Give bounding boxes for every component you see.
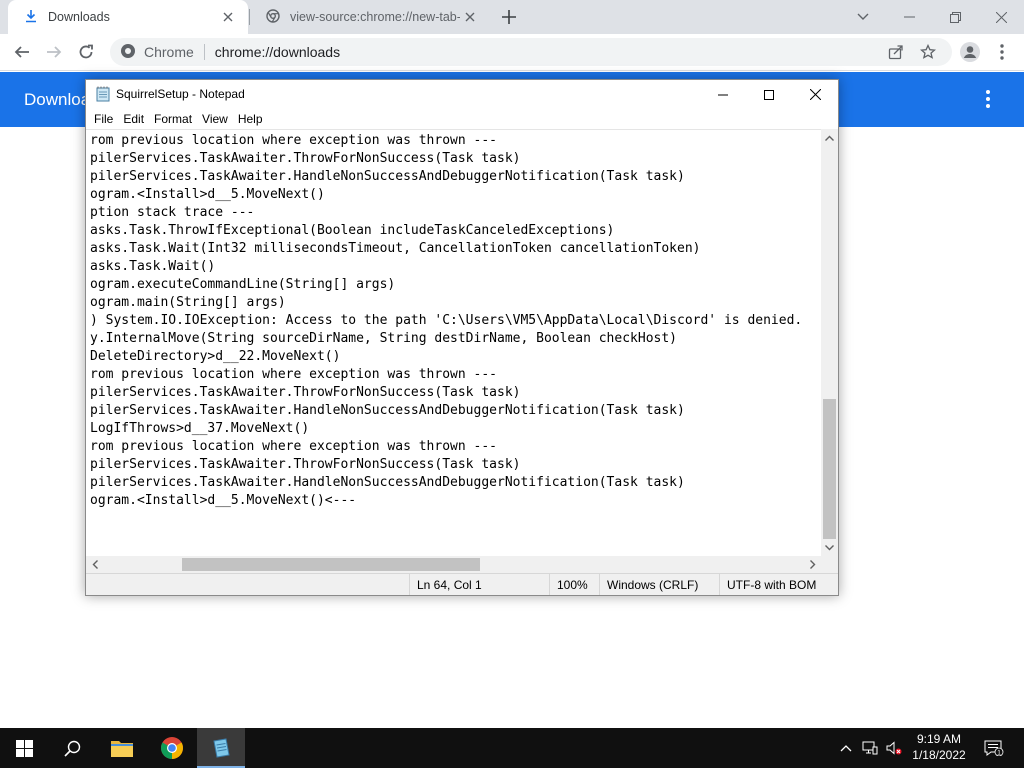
editor-line[interactable]: rom previous location where exception wa… bbox=[90, 438, 802, 456]
notepad-icon bbox=[213, 738, 230, 758]
editor-line[interactable]: LogIfThrows>d__37.MoveNext() bbox=[90, 420, 802, 438]
scroll-up-icon[interactable] bbox=[821, 129, 838, 146]
chrome-menu-icon[interactable] bbox=[988, 38, 1016, 66]
notepad-window: SquirrelSetup - Notepad File Edit Format… bbox=[85, 79, 839, 596]
close-window-button[interactable] bbox=[978, 0, 1024, 34]
editor-line[interactable]: pilerServices.TaskAwaiter.ThrowForNonSuc… bbox=[90, 150, 802, 168]
site-chip-label: Chrome bbox=[144, 44, 194, 60]
volume-muted-icon[interactable] bbox=[886, 740, 902, 756]
vertical-scroll-thumb[interactable] bbox=[823, 399, 836, 539]
editor-line[interactable]: rom previous location where exception wa… bbox=[90, 366, 802, 384]
chrome-taskbar-button[interactable] bbox=[148, 728, 196, 768]
clock-time: 9:19 AM bbox=[916, 732, 962, 746]
menu-view[interactable]: View bbox=[198, 112, 234, 126]
scroll-right-icon[interactable] bbox=[804, 556, 821, 573]
forward-button[interactable] bbox=[40, 38, 68, 66]
clock-date: 1/18/2022 bbox=[912, 748, 966, 762]
browser-tab-strip: Downloads view-source:chrome://new-tab-p bbox=[0, 0, 1024, 34]
notepad-icon bbox=[96, 86, 110, 102]
status-bar: Ln 64, Col 1 100% Windows (CRLF) UTF-8 w… bbox=[86, 573, 838, 595]
zoom-level: 100% bbox=[549, 574, 599, 595]
notifications-icon[interactable]: 1 bbox=[984, 740, 1004, 756]
tab-title: Downloads bbox=[48, 10, 110, 24]
editor-line[interactable]: y.InternalMove(String sourceDirName, Str… bbox=[90, 330, 802, 348]
bookmark-star-icon[interactable] bbox=[919, 43, 937, 60]
minimize-button[interactable] bbox=[700, 80, 746, 109]
editor-line[interactable]: ption stack trace --- bbox=[90, 204, 802, 222]
editor-line[interactable]: pilerServices.TaskAwaiter.ThrowForNonSuc… bbox=[90, 384, 802, 402]
folder-icon bbox=[111, 741, 133, 757]
profile-avatar-icon[interactable] bbox=[956, 38, 984, 66]
tab-view-source[interactable]: view-source:chrome://new-tab-p bbox=[250, 0, 490, 34]
scroll-down-icon[interactable] bbox=[821, 539, 838, 556]
taskbar-clock[interactable]: 9:19 AM 1/18/2022 bbox=[906, 731, 972, 765]
tab-title: view-source:chrome://new-tab-p bbox=[290, 10, 460, 24]
taskbar: 9:19 AM 1/18/2022 1 bbox=[0, 728, 1024, 768]
horizontal-scroll-thumb[interactable] bbox=[182, 558, 480, 571]
editor-text[interactable]: rom previous location where exception wa… bbox=[90, 132, 802, 510]
restore-window-button[interactable] bbox=[932, 0, 978, 34]
text-encoding: UTF-8 with BOM bbox=[719, 574, 838, 595]
line-endings: Windows (CRLF) bbox=[599, 574, 719, 595]
editor-line[interactable]: pilerServices.TaskAwaiter.HandleNonSucce… bbox=[90, 402, 802, 420]
editor-line[interactable]: ) System.IO.IOException: Access to the p… bbox=[90, 312, 802, 330]
text-editor[interactable]: rom previous location where exception wa… bbox=[86, 129, 821, 556]
editor-line[interactable]: asks.Task.Wait(Int32 millisecondsTimeout… bbox=[90, 240, 802, 258]
search-icon bbox=[63, 740, 80, 757]
back-button[interactable] bbox=[8, 38, 36, 66]
editor-line[interactable]: ogram.main(String[] args) bbox=[90, 294, 802, 312]
downloads-menu-icon[interactable] bbox=[976, 86, 1000, 112]
omnibox-divider bbox=[203, 44, 205, 60]
chrome-logo-icon bbox=[161, 737, 183, 759]
cursor-position: Ln 64, Col 1 bbox=[409, 574, 549, 595]
close-tab-icon[interactable] bbox=[460, 7, 480, 27]
notepad-taskbar-button[interactable] bbox=[197, 728, 245, 768]
network-icon[interactable] bbox=[862, 740, 878, 756]
chrome-icon bbox=[120, 43, 136, 62]
tab-search-icon[interactable] bbox=[840, 0, 886, 34]
address-bar[interactable]: Chrome chrome://downloads bbox=[110, 38, 952, 66]
menu-file[interactable]: File bbox=[90, 112, 119, 126]
editor-line[interactable]: pilerServices.TaskAwaiter.ThrowForNonSuc… bbox=[90, 456, 802, 474]
notepad-titlebar[interactable]: SquirrelSetup - Notepad bbox=[86, 80, 838, 109]
window-title: SquirrelSetup - Notepad bbox=[116, 87, 245, 101]
editor-line[interactable]: pilerServices.TaskAwaiter.HandleNonSucce… bbox=[90, 474, 802, 492]
editor-line[interactable]: ogram.<Install>d__5.MoveNext() bbox=[90, 186, 802, 204]
menu-edit[interactable]: Edit bbox=[119, 112, 150, 126]
chrome-page-icon bbox=[266, 8, 280, 26]
scrollbar-corner bbox=[821, 556, 838, 573]
close-button[interactable] bbox=[792, 80, 838, 109]
vertical-scrollbar[interactable] bbox=[821, 129, 838, 556]
reload-button[interactable] bbox=[72, 38, 100, 66]
scroll-left-icon[interactable] bbox=[86, 556, 103, 573]
download-icon bbox=[24, 9, 38, 26]
start-button[interactable] bbox=[0, 728, 48, 768]
editor-line[interactable]: ogram.executeCommandLine(String[] args) bbox=[90, 276, 802, 294]
show-hidden-icons-icon[interactable] bbox=[838, 740, 854, 756]
menu-format[interactable]: Format bbox=[150, 112, 198, 126]
horizontal-scrollbar[interactable] bbox=[86, 556, 821, 573]
minimize-window-button[interactable] bbox=[886, 0, 932, 34]
close-tab-icon[interactable] bbox=[218, 7, 238, 27]
maximize-button[interactable] bbox=[746, 80, 792, 109]
editor-line[interactable]: rom previous location where exception wa… bbox=[90, 132, 802, 150]
tab-downloads[interactable]: Downloads bbox=[8, 0, 248, 34]
windows-logo-icon bbox=[15, 739, 33, 757]
search-button[interactable] bbox=[48, 728, 96, 768]
editor-line[interactable]: ogram.<Install>d__5.MoveNext()<--- bbox=[90, 492, 802, 510]
file-explorer-button[interactable] bbox=[98, 728, 146, 768]
share-icon[interactable] bbox=[888, 44, 904, 60]
menu-bar: File Edit Format View Help bbox=[86, 109, 838, 129]
notification-count: 1 bbox=[997, 749, 1001, 756]
editor-line[interactable]: asks.Task.ThrowIfExceptional(Boolean inc… bbox=[90, 222, 802, 240]
browser-toolbar: Chrome chrome://downloads bbox=[0, 34, 1024, 71]
editor-line[interactable]: DeleteDirectory>d__22.MoveNext() bbox=[90, 348, 802, 366]
url-text[interactable]: chrome://downloads bbox=[215, 44, 340, 60]
editor-line[interactable]: asks.Task.Wait() bbox=[90, 258, 802, 276]
menu-help[interactable]: Help bbox=[234, 112, 269, 126]
editor-line[interactable]: pilerServices.TaskAwaiter.HandleNonSucce… bbox=[90, 168, 802, 186]
new-tab-button[interactable] bbox=[497, 5, 521, 29]
